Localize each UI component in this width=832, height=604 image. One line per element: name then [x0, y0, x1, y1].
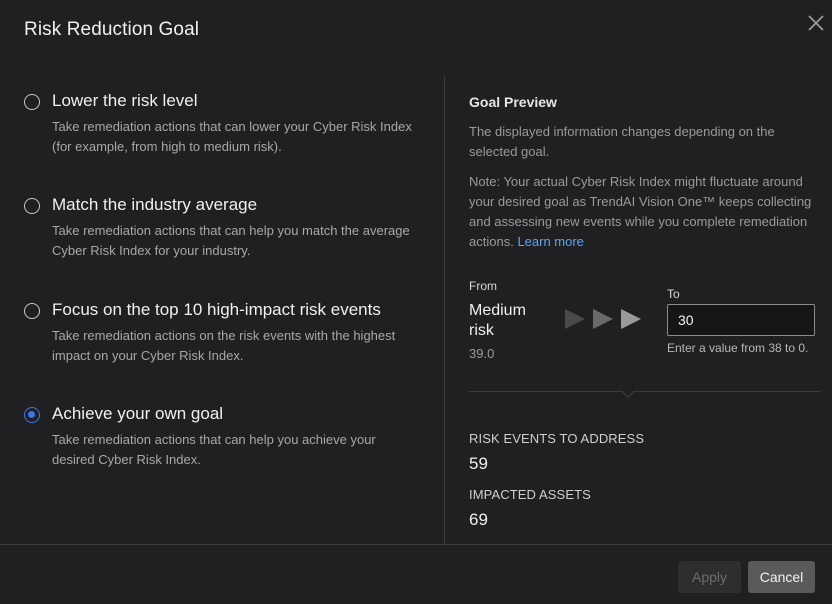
from-risk-value: 39.0: [469, 346, 495, 361]
option-label: Focus on the top 10 high-impact risk eve…: [52, 300, 381, 319]
option-description: Take remediation actions on the risk eve…: [52, 328, 396, 363]
preview-divider: [469, 391, 821, 392]
divider-notch: [620, 383, 636, 399]
close-icon[interactable]: [806, 13, 826, 33]
goal-preview-description: The displayed information changes depend…: [469, 124, 775, 159]
goal-preview-panel: Goal Preview The displayed information c…: [445, 76, 832, 544]
impacted-assets-label: IMPACTED ASSETS: [469, 487, 591, 502]
arrow-right-icon: [565, 309, 641, 329]
target-risk-hint: Enter a value from 38 to 0.: [667, 341, 809, 355]
radio-button-selected[interactable]: [24, 407, 40, 423]
apply-button[interactable]: Apply: [678, 561, 741, 593]
dialog-title: Risk Reduction Goal: [24, 19, 200, 40]
learn-more-link[interactable]: Learn more: [517, 234, 583, 249]
risk-events-label: RISK EVENTS TO ADDRESS: [469, 431, 645, 446]
cancel-button[interactable]: Cancel: [748, 561, 815, 593]
impacted-assets-value: 69: [469, 510, 488, 529]
option-description: Take remediation actions that can lower …: [52, 119, 412, 154]
radio-button[interactable]: [24, 94, 40, 110]
option-description: Take remediation actions that can help y…: [52, 432, 376, 467]
risk-reduction-goal-dialog: Risk Reduction Goal Lower the risk level…: [0, 0, 832, 604]
option-label: Match the industry average: [52, 195, 258, 214]
from-label: From: [469, 279, 497, 293]
goal-options: Lower the risk level Take remediation ac…: [0, 76, 444, 544]
target-risk-input[interactable]: [667, 304, 815, 336]
footer-divider: [0, 544, 832, 545]
radio-button[interactable]: [24, 198, 40, 214]
risk-events-value: 59: [469, 454, 488, 473]
goal-preview-note: Note: Your actual Cyber Risk Index might…: [469, 172, 821, 252]
option-label: Achieve your own goal: [52, 404, 224, 423]
from-risk-level: Medium risk: [469, 302, 526, 339]
goal-preview-title: Goal Preview: [469, 94, 557, 110]
radio-button[interactable]: [24, 303, 40, 319]
to-label: To: [667, 287, 680, 301]
option-label: Lower the risk level: [52, 91, 198, 110]
option-description: Take remediation actions that can help y…: [52, 223, 410, 258]
